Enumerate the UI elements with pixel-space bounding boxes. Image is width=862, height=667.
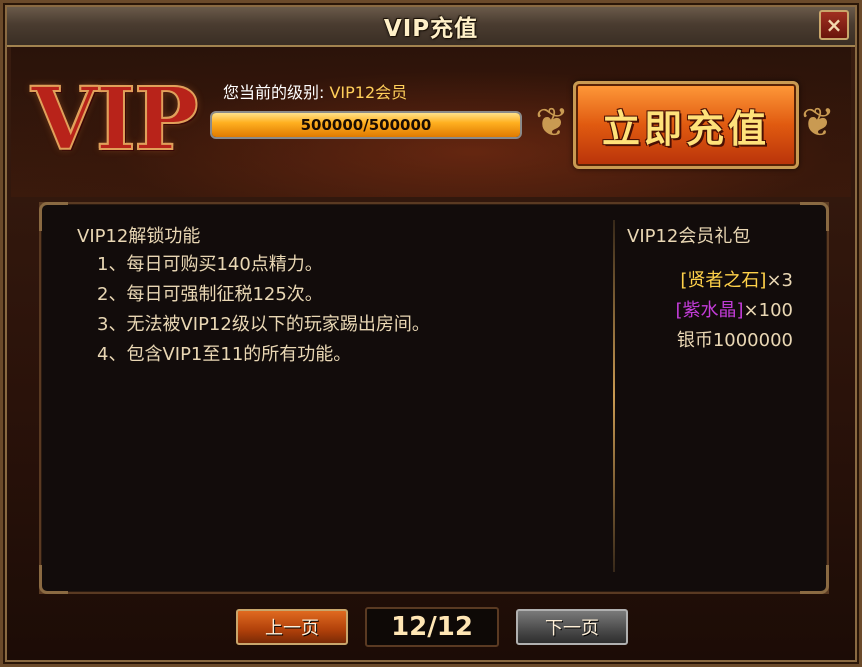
- gift-item-qty: ×100: [743, 300, 793, 321]
- vip-progress-bar: 500000/500000: [210, 111, 522, 139]
- gift-list: [贤者之石]×3 [紫水晶]×100 银币1000000: [676, 266, 794, 356]
- gift-title: VIP12会员礼包: [627, 226, 751, 247]
- window-title: VIP充值: [383, 16, 479, 42]
- recharge-now-button[interactable]: 立即充值: [573, 81, 799, 169]
- unlock-item: 4、包含VIP1至11的所有功能。: [97, 344, 352, 365]
- prev-page-button[interactable]: 上一页: [236, 609, 348, 645]
- recharge-area: ❦ 立即充值 ❦: [535, 77, 835, 173]
- close-button[interactable]: ×: [819, 10, 849, 40]
- current-level-label: 您当前的级别: VIP12会员: [223, 79, 407, 103]
- corner-ornament-icon: [39, 565, 68, 594]
- vip-details-panel: VIP12解锁功能 1、每日可购买140点精力。 2、每日可强制征税125次。 …: [39, 202, 829, 594]
- ornament-left-icon: ❦: [535, 100, 569, 146]
- close-icon: ×: [825, 13, 843, 37]
- vip-header: VIP 您当前的级别: VIP12会员 500000/500000 ❦ 立即充值…: [11, 47, 851, 197]
- level-value: VIP12会员: [329, 83, 408, 102]
- vip-logo: VIP: [30, 69, 200, 170]
- page-indicator: 12/12: [365, 607, 499, 647]
- gift-item-qty: ×3: [766, 270, 793, 291]
- gift-item-name: 银币1000000: [676, 330, 793, 351]
- title-bar: VIP充值 ×: [7, 7, 855, 47]
- unlock-item: 1、每日可购买140点精力。: [97, 254, 323, 275]
- gift-item: [贤者之石]×3: [676, 266, 793, 296]
- unlock-title: VIP12解锁功能: [77, 226, 201, 247]
- pager: 上一页 12/12 下一页: [3, 607, 859, 647]
- progress-text: 500000/500000: [300, 116, 432, 134]
- gift-item: 银币1000000: [676, 326, 793, 356]
- ornament-right-icon: ❦: [801, 100, 835, 146]
- corner-ornament-icon: [800, 202, 829, 231]
- unlock-item: 3、无法被VIP12级以下的玩家踢出房间。: [97, 314, 430, 335]
- next-page-button[interactable]: 下一页: [516, 609, 628, 645]
- unlock-item: 2、每日可强制征税125次。: [97, 284, 323, 305]
- level-prefix: 您当前的级别:: [223, 83, 330, 102]
- gift-item-name: [紫水晶]: [675, 300, 744, 321]
- unlock-list: 1、每日可购买140点精力。 2、每日可强制征税125次。 3、无法被VIP12…: [97, 250, 430, 370]
- gift-item-name: [贤者之石]: [680, 270, 767, 291]
- gift-item: [紫水晶]×100: [676, 296, 794, 326]
- vip-recharge-window: VIP充值 × VIP 您当前的级别: VIP12会员 500000/50000…: [0, 0, 862, 667]
- column-divider: [613, 220, 615, 572]
- corner-ornament-icon: [800, 565, 829, 594]
- corner-ornament-icon: [39, 202, 68, 231]
